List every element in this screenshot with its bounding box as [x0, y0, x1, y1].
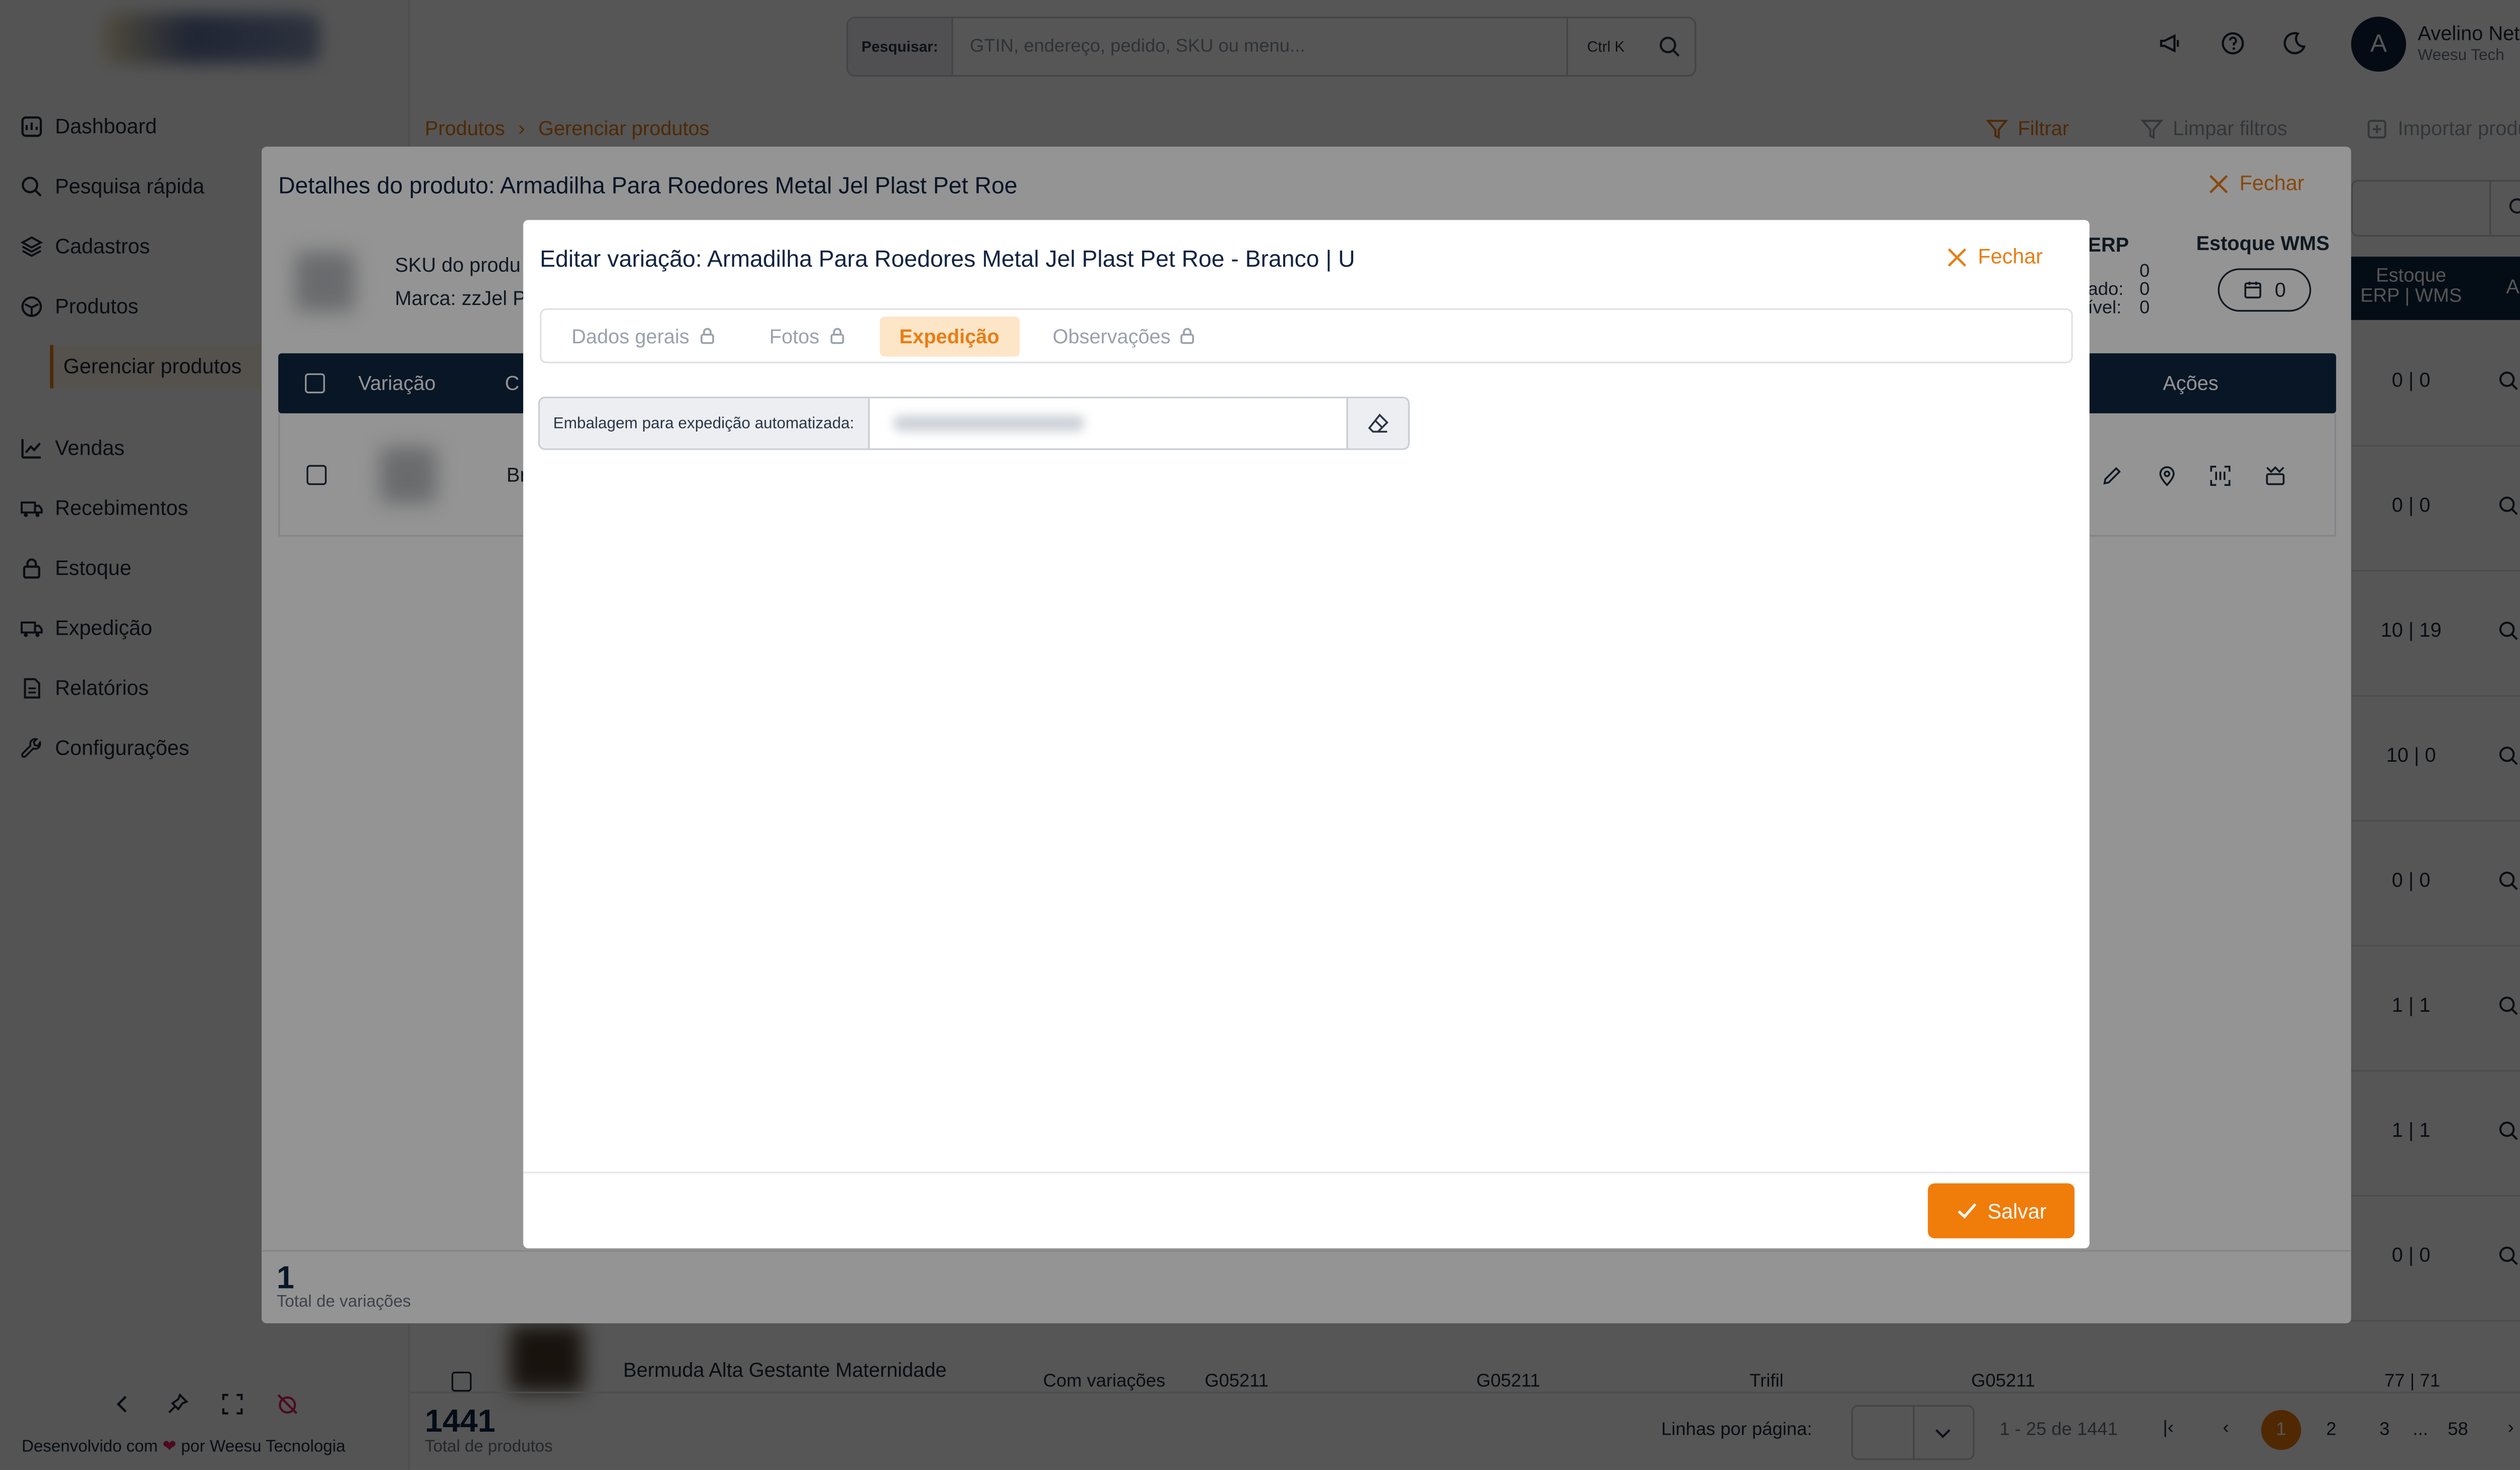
edit-modal-close-button[interactable]: Fechar [1946, 245, 2043, 268]
modal-footer-divider [523, 1172, 2090, 1174]
lock-icon [1181, 328, 1195, 344]
close-label: Fechar [1978, 244, 2043, 269]
redacted-value [892, 415, 1085, 432]
tab-label: Fotos [769, 324, 820, 348]
tab-dados-gerais[interactable]: Dados gerais [551, 316, 736, 356]
tab-observacoes[interactable]: Observações [1033, 316, 1217, 356]
close-icon [1947, 247, 1967, 266]
edit-variation-modal: Editar variação: Armadilha Para Roedores… [523, 220, 2090, 1249]
tab-label: Observações [1052, 324, 1171, 348]
edit-modal-title: Editar variação: Armadilha Para Roedores… [540, 244, 1355, 272]
lock-icon [700, 328, 714, 344]
lock-icon [830, 328, 844, 344]
check-icon [1957, 1203, 1976, 1219]
packaging-label: Embalagem para expedição automatizada: [540, 398, 869, 449]
save-button[interactable]: Salvar [1928, 1183, 2075, 1239]
clear-packaging-button[interactable] [1346, 398, 1408, 449]
packaging-field: Embalagem para expedição automatizada: [538, 396, 1410, 450]
packaging-select[interactable] [869, 398, 1347, 448]
tab-label: Dados gerais [571, 324, 689, 348]
save-label: Salvar [1987, 1199, 2047, 1223]
tab-expedicao[interactable]: Expedição [879, 316, 1020, 356]
tab-fotos[interactable]: Fotos [749, 316, 866, 356]
eraser-icon [1368, 413, 1389, 433]
edit-modal-tabs: Dados gerais Fotos Expedição Observações [540, 308, 2073, 363]
tab-label: Expedição [899, 324, 999, 348]
